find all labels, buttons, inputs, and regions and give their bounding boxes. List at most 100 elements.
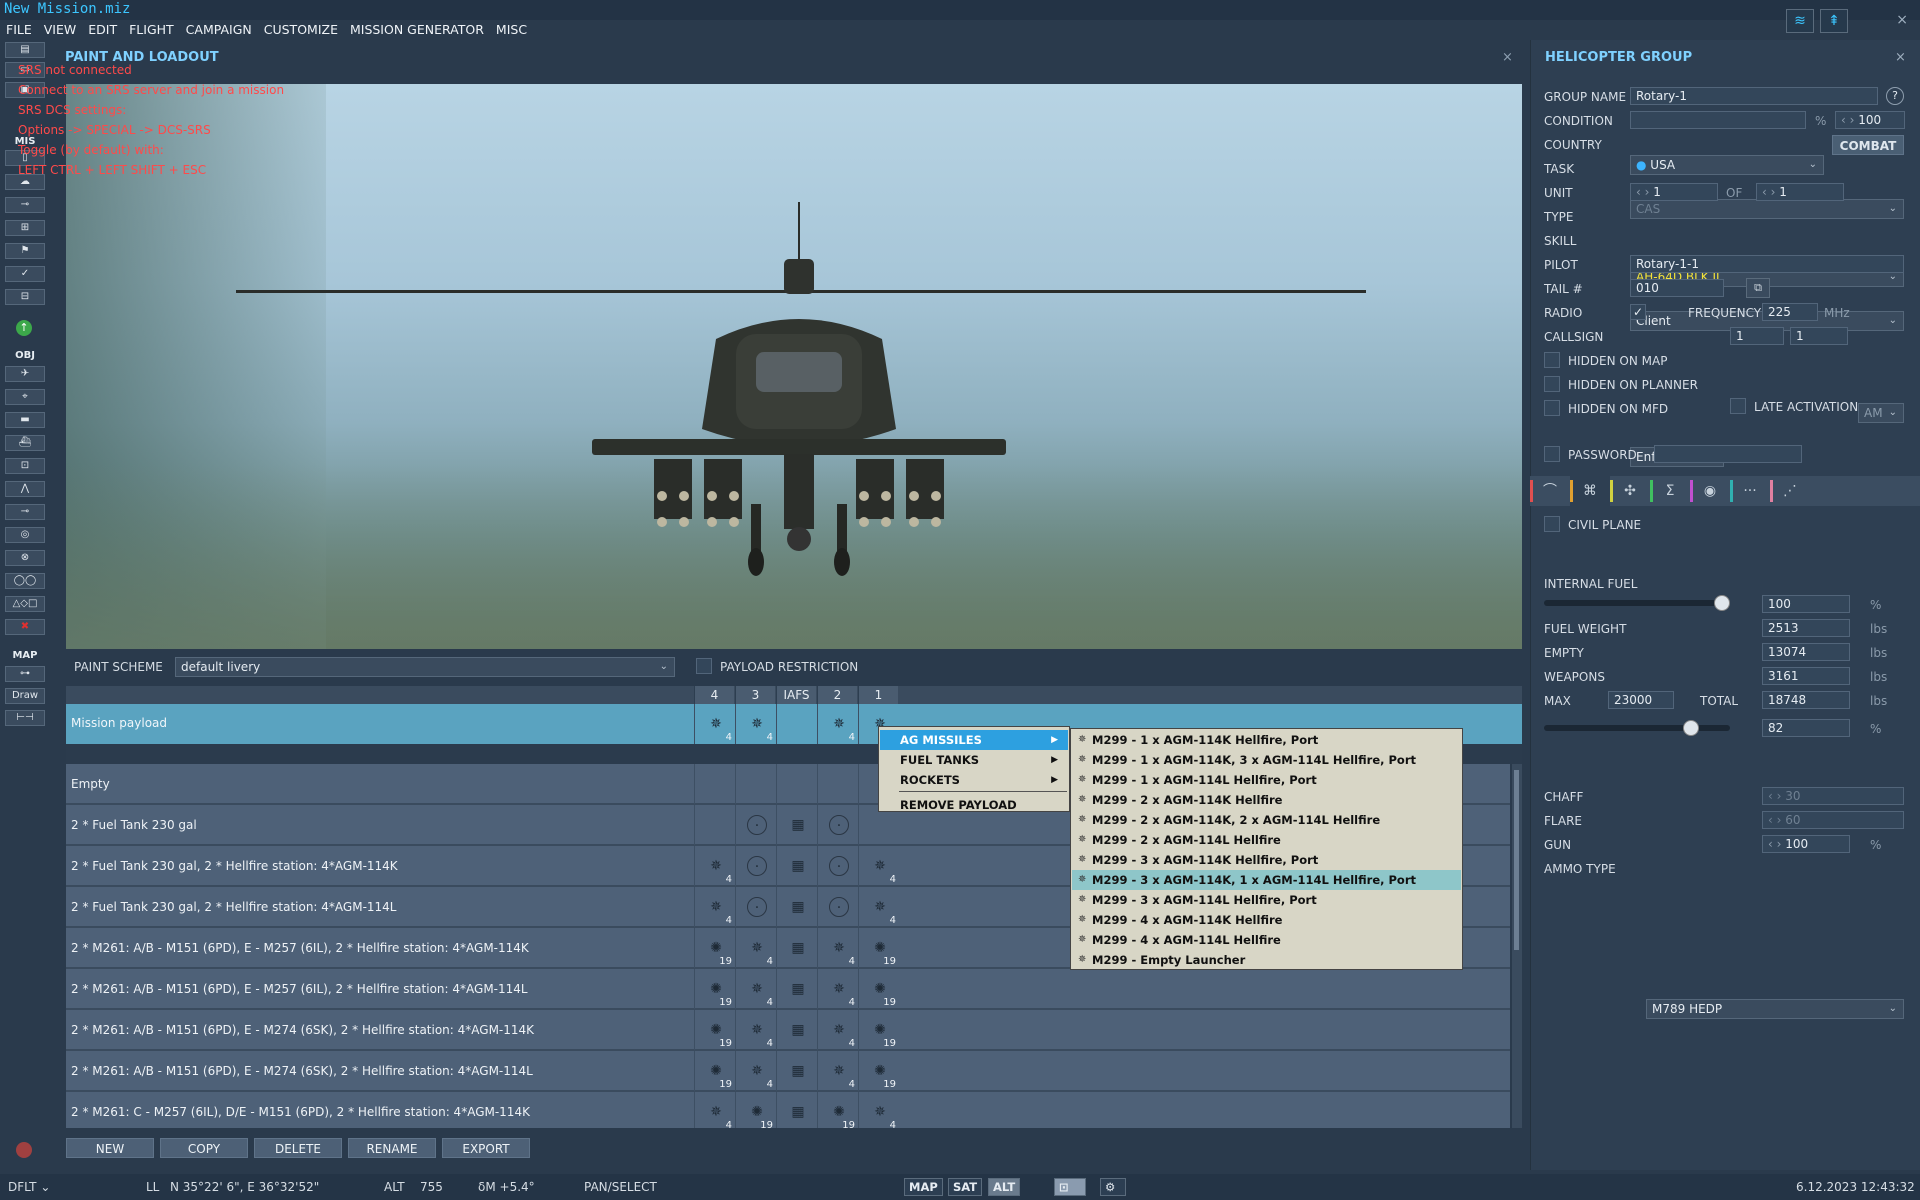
menu-edit[interactable]: EDIT (82, 20, 123, 40)
submenu-item[interactable]: ✵ M299 - Empty Launcher (1072, 950, 1461, 970)
map-view-button[interactable]: MAP (904, 1178, 943, 1196)
password-input[interactable] (1654, 445, 1802, 463)
station-cell[interactable]: ✵ 4 (694, 846, 734, 886)
antenna-icon[interactable]: ⇞ (1820, 9, 1848, 33)
delete-payload-button[interactable]: DELETE (254, 1138, 342, 1158)
ctx-rockets[interactable]: ROCKETS ▶ (880, 770, 1068, 790)
copy-payload-button[interactable]: COPY (160, 1138, 248, 1158)
submenu-item[interactable]: ✵ M299 - 1 x AGM-114K, 3 x AGM-114L Hellf… (1072, 750, 1461, 770)
internal-fuel-slider[interactable] (1544, 595, 1730, 611)
draw-button[interactable]: Draw (5, 688, 45, 704)
ammo-type-dropdown[interactable]: M789 HEDP ⌄ (1646, 999, 1904, 1019)
station-cell[interactable]: ✵ 4 (694, 704, 734, 744)
menu-view[interactable]: VIEW (38, 20, 83, 40)
submenu-item[interactable]: ✵ M299 - 3 x AGM-114K, 1 x AGM-114L Hellf… (1072, 870, 1461, 890)
new-payload-button[interactable]: NEW (66, 1138, 154, 1158)
station-cell[interactable]: · (817, 887, 857, 927)
sum-icon[interactable]: Σ (1650, 476, 1690, 506)
nav-point-icon[interactable]: ⊗ (5, 550, 45, 566)
submenu-item[interactable]: ✵ M299 - 4 x AGM-114L Hellfire (1072, 930, 1461, 950)
station-cell[interactable]: ✵ 4 (735, 1051, 775, 1091)
plane-icon[interactable]: ✈ (5, 366, 45, 382)
payload-restriction-checkbox[interactable] (696, 658, 712, 674)
copy-icon[interactable]: ⧉ (1746, 278, 1770, 298)
station-cell[interactable]: ✺ 19 (694, 928, 734, 968)
payload-row[interactable]: 2 * M261: A/B - M151 (6PD), E - M274 (6S… (66, 1051, 1510, 1091)
menu-mission-generator[interactable]: MISSION GENERATOR (344, 20, 490, 40)
radio-icon[interactable]: ◉ (1690, 476, 1730, 506)
station-cell[interactable]: ✺ 19 (694, 1051, 734, 1091)
station-cell[interactable]: · (735, 805, 775, 845)
station-cell[interactable]: ▦ (776, 846, 816, 886)
station-cell[interactable]: ✺ 19 (858, 1051, 898, 1091)
station-cell[interactable]: ✵ 4 (817, 1010, 857, 1050)
callsign-number-1[interactable]: 1 (1730, 327, 1784, 345)
ctx-fuel-tanks[interactable]: FUEL TANKS ▶ (880, 750, 1068, 770)
country-dropdown[interactable]: ● USA ⌄ (1630, 155, 1824, 175)
help-icon[interactable]: ? (1886, 87, 1904, 105)
pilot-input[interactable]: Rotary-1-1 (1630, 255, 1904, 273)
station-cell[interactable]: ▦ (776, 1051, 816, 1091)
station-cell[interactable]: ✵ 4 (817, 928, 857, 968)
civil-plane-checkbox[interactable] (1544, 516, 1560, 532)
submenu-item[interactable]: ✵ M299 - 2 x AGM-114K, 2 x AGM-114L Hellf… (1072, 810, 1461, 830)
station-cell[interactable]: ▦ (776, 1010, 816, 1050)
payload-row[interactable]: 2 * M261: C - M257 (6IL), D/E - M151 (6P… (66, 1092, 1510, 1128)
chaff-stepper[interactable]: ‹ › 30 (1762, 787, 1904, 805)
station-cell[interactable]: ✺ 19 (858, 969, 898, 1009)
radio-checkbox[interactable]: ✓ (1630, 304, 1646, 320)
submenu-item[interactable]: ✵ M299 - 1 x AGM-114K Hellfire, Port (1072, 730, 1461, 750)
password-checkbox[interactable] (1544, 446, 1560, 462)
tail-input[interactable]: 010 (1630, 279, 1724, 297)
unit-stepper[interactable]: ‹ › 1 (1630, 183, 1718, 201)
submenu-item[interactable]: ✵ M299 - 2 x AGM-114K Hellfire (1072, 790, 1461, 810)
condition-stepper[interactable]: ‹ › 100 (1835, 111, 1905, 129)
submenu-item[interactable]: ✵ M299 - 2 x AGM-114L Hellfire (1072, 830, 1461, 850)
station-cell[interactable]: ✵ 4 (858, 887, 898, 927)
station-cell[interactable]: ✵ 4 (735, 969, 775, 1009)
route-icon[interactable]: ⌒ (1530, 476, 1570, 506)
menu-campaign[interactable]: CAMPAIGN (180, 20, 258, 40)
key-icon[interactable]: ⊶ (5, 666, 45, 682)
unit-view-icon[interactable]: ⊡ (1054, 1178, 1086, 1196)
station-cell[interactable]: ✵ 4 (817, 969, 857, 1009)
station-cell[interactable]: ✵ 4 (858, 1092, 898, 1128)
ctx-remove-payload[interactable]: REMOVE PAYLOAD (880, 795, 1068, 815)
flag-icon[interactable]: ⚑ (5, 243, 45, 259)
station-cell[interactable]: ✵ 4 (817, 1051, 857, 1091)
target-icon[interactable]: ◎ (5, 527, 45, 543)
route-tool-icon[interactable]: ⊸ (5, 197, 45, 213)
callsign-number-2[interactable]: 1 (1790, 327, 1848, 345)
station-cell[interactable] (776, 704, 816, 744)
condition-input[interactable] (1630, 111, 1806, 129)
sat-view-button[interactable]: SAT (948, 1178, 983, 1196)
station-cell[interactable]: ✵ 4 (694, 887, 734, 927)
station-cell[interactable]: ✺ 19 (694, 1010, 734, 1050)
station-cell[interactable] (735, 764, 775, 804)
modulation-dropdown[interactable]: AM ⌄ (1858, 403, 1904, 423)
gun-stepper[interactable]: ‹ › 100 (1762, 835, 1850, 853)
shapes-icon[interactable]: △◇□ (5, 596, 45, 612)
rotor-icon[interactable]: ✣ (1610, 476, 1650, 506)
export-payload-button[interactable]: EXPORT (442, 1138, 530, 1158)
mode-selector[interactable]: DFLT ⌄ (8, 1180, 50, 1194)
station-cell[interactable]: ✺ 19 (735, 1092, 775, 1128)
template-icon[interactable]: ⋀ (5, 481, 45, 497)
settings-gear-icon[interactable]: ⚙ (1100, 1178, 1126, 1196)
internal-fuel-input[interactable]: 100 (1762, 595, 1850, 613)
delete-icon[interactable]: ✖ (5, 619, 45, 635)
paint-scheme-dropdown[interactable]: default livery ⌄ (175, 657, 675, 677)
hidden-on-map-checkbox[interactable] (1544, 352, 1560, 368)
station-cell[interactable]: ✺ 19 (817, 1092, 857, 1128)
station-cell[interactable]: ▦ (776, 1092, 816, 1128)
submenu-item[interactable]: ✵ M299 - 3 x AGM-114K Hellfire, Port (1072, 850, 1461, 870)
menu-file[interactable]: FILE (0, 20, 38, 40)
static-object-icon[interactable]: ⊡ (5, 458, 45, 474)
alt-view-button[interactable]: ALT (988, 1178, 1021, 1196)
payload-scrollbar[interactable] (1512, 764, 1522, 1128)
frequency-input[interactable]: 225 (1762, 303, 1818, 321)
group-tool-icon[interactable]: ⊟ (5, 289, 45, 305)
task-dropdown[interactable]: CAS ⌄ (1630, 199, 1904, 219)
load-slider[interactable] (1544, 720, 1730, 736)
submenu-item[interactable]: ✵ M299 - 3 x AGM-114L Hellfire, Port (1072, 890, 1461, 910)
